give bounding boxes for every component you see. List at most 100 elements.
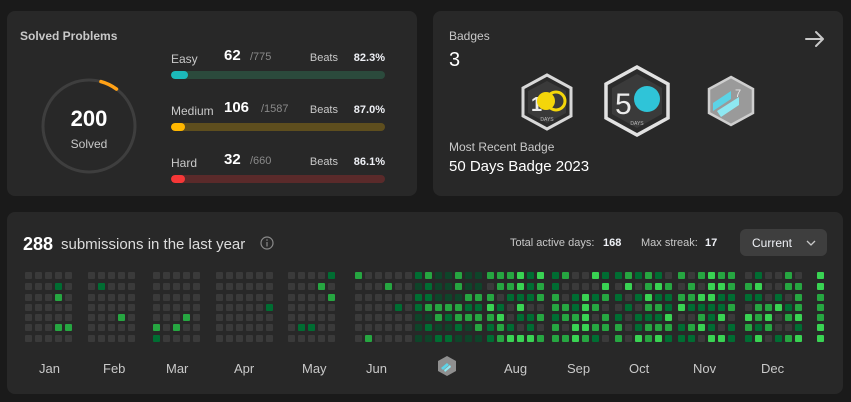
heatmap-cell[interactable] [775, 283, 782, 290]
heatmap-cell[interactable] [688, 294, 695, 301]
heatmap-cell[interactable] [497, 304, 504, 311]
heatmap-cell[interactable] [625, 283, 632, 290]
heatmap-cell[interactable] [718, 304, 725, 311]
heatmap-cell[interactable] [415, 272, 422, 279]
heatmap-cell[interactable] [775, 335, 782, 342]
heatmap-cell[interactable] [552, 294, 559, 301]
heatmap-cell[interactable] [216, 314, 223, 321]
heatmap-cell[interactable] [385, 272, 392, 279]
heatmap-cell[interactable] [435, 304, 442, 311]
heatmap-cell[interactable] [88, 324, 95, 331]
heatmap-cell[interactable] [698, 304, 705, 311]
heatmap-cell[interactable] [592, 335, 599, 342]
heatmap-cell[interactable] [655, 324, 662, 331]
heatmap-cell[interactable] [698, 324, 705, 331]
heatmap-cell[interactable] [128, 335, 135, 342]
heatmap-cell[interactable] [256, 335, 263, 342]
heatmap-cell[interactable] [785, 324, 792, 331]
heatmap-cell[interactable] [507, 335, 514, 342]
heatmap-cell[interactable] [527, 304, 534, 311]
heatmap-cell[interactable] [537, 304, 544, 311]
heatmap-cell[interactable] [55, 304, 62, 311]
heatmap-cell[interactable] [592, 324, 599, 331]
heatmap-cell[interactable] [298, 304, 305, 311]
heatmap-cell[interactable] [118, 283, 125, 290]
heatmap-cell[interactable] [552, 324, 559, 331]
heatmap-cell[interactable] [678, 324, 685, 331]
heatmap-cell[interactable] [435, 335, 442, 342]
heatmap-cell[interactable] [65, 272, 72, 279]
heatmap-cell[interactable] [98, 272, 105, 279]
heatmap-cell[interactable] [592, 272, 599, 279]
heatmap-cell[interactable] [328, 335, 335, 342]
heatmap-cell[interactable] [615, 294, 622, 301]
heatmap-cell[interactable] [226, 304, 233, 311]
heatmap-cell[interactable] [266, 324, 273, 331]
monthly-badge-icon[interactable] [436, 355, 458, 377]
heatmap-cell[interactable] [193, 294, 200, 301]
heatmap-cell[interactable] [256, 283, 263, 290]
heatmap-cell[interactable] [375, 283, 382, 290]
heatmap-cell[interactable] [765, 304, 772, 311]
heatmap-cell[interactable] [118, 304, 125, 311]
heatmap-cell[interactable] [108, 324, 115, 331]
heatmap-cell[interactable] [405, 335, 412, 342]
100-days-badge-icon[interactable]: 1 DAYS [519, 73, 575, 131]
heatmap-cell[interactable] [163, 314, 170, 321]
heatmap-cell[interactable] [88, 335, 95, 342]
heatmap-cell[interactable] [552, 272, 559, 279]
heatmap-cell[interactable] [355, 272, 362, 279]
heatmap-cell[interactable] [108, 283, 115, 290]
heatmap-cell[interactable] [497, 335, 504, 342]
heatmap-cell[interactable] [128, 283, 135, 290]
heatmap-cell[interactable] [582, 294, 589, 301]
heatmap-cell[interactable] [355, 324, 362, 331]
heatmap-cell[interactable] [298, 272, 305, 279]
heatmap-cell[interactable] [645, 314, 652, 321]
heatmap-cell[interactable] [395, 283, 402, 290]
heatmap-cell[interactable] [655, 314, 662, 321]
heatmap-cell[interactable] [698, 294, 705, 301]
heatmap-cell[interactable] [65, 324, 72, 331]
heatmap-cell[interactable] [216, 324, 223, 331]
heatmap-cell[interactable] [755, 283, 762, 290]
heatmap-cell[interactable] [728, 324, 735, 331]
heatmap-cell[interactable] [592, 283, 599, 290]
heatmap-cell[interactable] [298, 324, 305, 331]
heatmap-cell[interactable] [487, 283, 494, 290]
heatmap-cell[interactable] [65, 335, 72, 342]
heatmap-cell[interactable] [183, 272, 190, 279]
heatmap-cell[interactable] [785, 283, 792, 290]
heatmap-cell[interactable] [415, 335, 422, 342]
heatmap-cell[interactable] [163, 335, 170, 342]
heatmap-cell[interactable] [365, 324, 372, 331]
heatmap-cell[interactable] [298, 294, 305, 301]
heatmap-cell[interactable] [728, 335, 735, 342]
heatmap-cell[interactable] [395, 294, 402, 301]
heatmap-cell[interactable] [665, 324, 672, 331]
heatmap-cell[interactable] [755, 335, 762, 342]
heatmap-cell[interactable] [45, 314, 52, 321]
heatmap-cell[interactable] [497, 272, 504, 279]
heatmap-cell[interactable] [415, 304, 422, 311]
heatmap-cell[interactable] [328, 272, 335, 279]
heatmap-cell[interactable] [55, 324, 62, 331]
heatmap-cell[interactable] [517, 294, 524, 301]
heatmap-cell[interactable] [765, 294, 772, 301]
heatmap-cell[interactable] [635, 283, 642, 290]
heatmap-cell[interactable] [435, 294, 442, 301]
heatmap-cell[interactable] [795, 335, 802, 342]
heatmap-cell[interactable] [665, 283, 672, 290]
heatmap-cell[interactable] [425, 283, 432, 290]
heatmap-cell[interactable] [173, 314, 180, 321]
heatmap-cell[interactable] [308, 304, 315, 311]
heatmap-cell[interactable] [318, 324, 325, 331]
heatmap-cell[interactable] [718, 272, 725, 279]
heatmap-cell[interactable] [365, 335, 372, 342]
heatmap-cell[interactable] [385, 294, 392, 301]
heatmap-cell[interactable] [308, 294, 315, 301]
heatmap-cell[interactable] [45, 283, 52, 290]
heatmap-cell[interactable] [55, 283, 62, 290]
heatmap-cell[interactable] [517, 324, 524, 331]
heatmap-cell[interactable] [163, 294, 170, 301]
